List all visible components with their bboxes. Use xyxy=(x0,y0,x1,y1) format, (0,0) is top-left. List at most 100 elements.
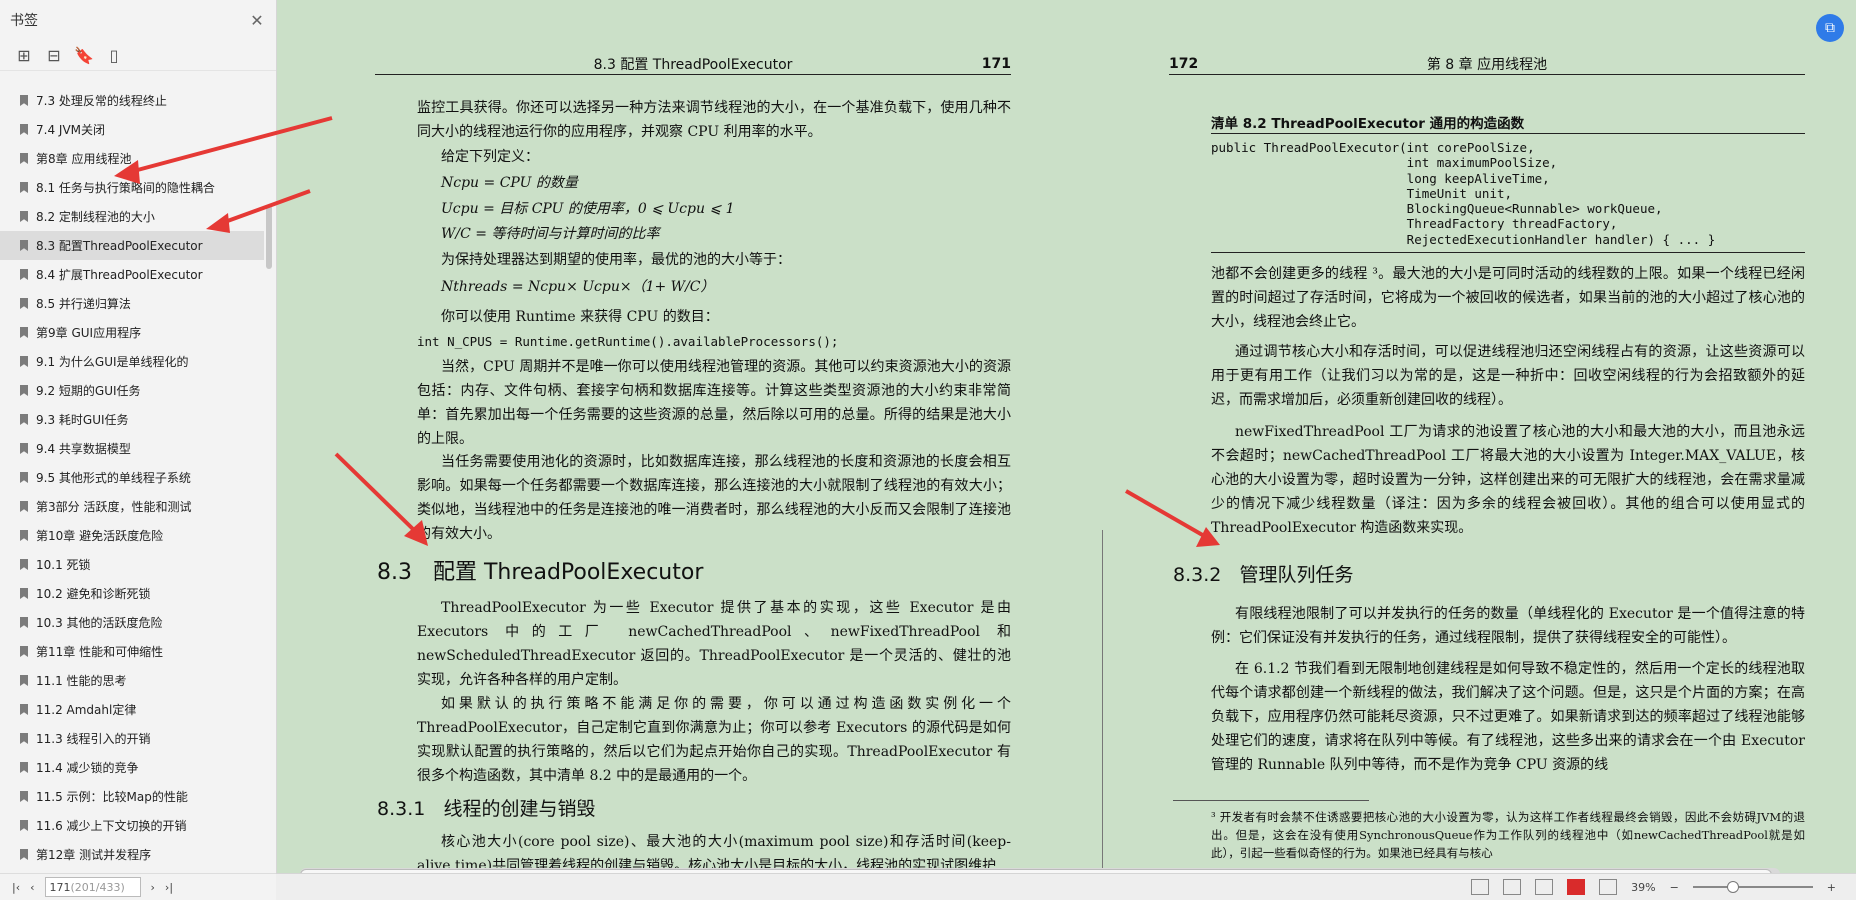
first-page-icon[interactable]: |‹ xyxy=(12,881,20,894)
bookmark-item[interactable]: 11.3 线程引入的开销 xyxy=(0,724,264,753)
bookmark-label: 7.3 处理反常的线程终止 xyxy=(36,94,167,108)
bookmark-item[interactable]: 9.3 耗时GUI任务 xyxy=(0,405,264,434)
running-header: 8.3 配置 ThreadPoolExecutor 171 xyxy=(375,52,1011,75)
bookmark-icon xyxy=(20,733,28,744)
bookmark-label: 10.1 死锁 xyxy=(36,558,91,572)
code-listing: public ThreadPoolExecutor(int corePoolSi… xyxy=(1211,140,1716,247)
zoom-out-icon[interactable]: − xyxy=(1670,881,1679,894)
bookmark-label: 第9章 GUI应用程序 xyxy=(36,326,142,340)
bookmark-item[interactable]: 第3部分 活跃度，性能和测试 xyxy=(0,492,264,521)
paragraph: 如果默认的执行策略不能满足你的需要，你可以通过构造函数实例化一个 ThreadP… xyxy=(417,696,1011,784)
bookmark-icon xyxy=(20,443,28,454)
bookmark-item[interactable]: 9.2 短期的GUI任务 xyxy=(0,376,264,405)
page-edge-line xyxy=(1102,530,1103,870)
bookmark-item[interactable]: 10.1 死锁 xyxy=(0,550,264,579)
paragraph: 当任务需要使用池化的资源时，比如数据库连接，那么线程池的长度和资源池的长度会相互… xyxy=(417,454,1011,542)
view-mode-icon[interactable] xyxy=(1471,879,1490,895)
add-bookmark-icon[interactable]: 🔖 xyxy=(74,46,94,65)
bookmark-icon xyxy=(20,298,28,309)
annotation-arrow xyxy=(1125,489,1220,547)
close-icon[interactable]: ✕ xyxy=(248,11,266,30)
bookmark-item[interactable]: 10.2 避免和诊断死锁 xyxy=(0,579,264,608)
sidebar-toolbar: ⊞ ⊟ 🔖 ▯ xyxy=(0,40,276,71)
play-icon[interactable] xyxy=(1567,879,1586,895)
bookmark-item[interactable]: 11.4 减少锁的竞争 xyxy=(0,753,264,782)
bookmark-item[interactable]: 8.4 扩展ThreadPoolExecutor xyxy=(0,260,264,289)
section-heading: 8.3 配置 ThreadPoolExecutor xyxy=(377,560,704,585)
bookmark-item[interactable]: 第12章 测试并发程序 xyxy=(0,840,264,869)
bookmark-item[interactable]: 8.3 配置ThreadPoolExecutor xyxy=(0,231,264,260)
paragraph: 池都不会创建更多的线程 ³。最大池的大小是可同时活动的线程数的上限。如果一个线程… xyxy=(1211,266,1805,330)
bookmark-icon xyxy=(20,762,28,773)
bookmark-label: 第12章 测试并发程序 xyxy=(36,848,152,862)
bookmark-icon xyxy=(20,153,28,164)
footnote-rule xyxy=(1173,800,1369,801)
bookmark-icon[interactable]: ▯ xyxy=(106,46,122,65)
listing-title: 清单 8.2 ThreadPoolExecutor 通用的构造函数 xyxy=(1211,116,1525,132)
single-page-icon[interactable] xyxy=(1503,879,1522,895)
bookmark-icon xyxy=(20,385,28,396)
bookmark-icon xyxy=(20,269,28,280)
sidebar-title: 书签 xyxy=(10,13,38,29)
bookmark-icon xyxy=(20,501,28,512)
bookmark-item[interactable]: 9.1 为什么GUI是单线程化的 xyxy=(0,347,264,376)
page-number: 171 xyxy=(981,56,1011,72)
bookmark-icon xyxy=(20,791,28,802)
bookmark-icon xyxy=(20,646,28,657)
listing-rule-top xyxy=(1211,133,1805,134)
bookmark-label: 9.5 其他形式的单线程子系统 xyxy=(36,471,191,485)
bookmark-label: 8.5 并行递归算法 xyxy=(36,297,131,311)
sidebar-toggle-icon[interactable]: ⧉ xyxy=(1816,14,1844,42)
last-page-icon[interactable]: ›| xyxy=(165,881,173,894)
bookmark-icon xyxy=(20,820,28,831)
bookmark-icon xyxy=(20,530,28,541)
bookmark-label: 10.3 其他的活跃度危险 xyxy=(36,616,163,630)
bookmark-item[interactable]: 11.2 Amdahl定律 xyxy=(0,695,264,724)
sidebar-header: 书签 ✕ xyxy=(0,0,276,40)
double-page-icon[interactable] xyxy=(1535,879,1554,895)
bookmark-icon xyxy=(20,414,28,425)
zoom-level[interactable]: 39% xyxy=(1631,881,1655,894)
bookmark-item[interactable]: 11.5 示例：比较Map的性能 xyxy=(0,782,264,811)
collapse-all-icon[interactable]: ⊟ xyxy=(46,46,62,65)
bookmark-icon xyxy=(20,356,28,367)
bookmark-icon xyxy=(20,704,28,715)
bookmark-item[interactable]: 9.4 共享数据模型 xyxy=(0,434,264,463)
running-header: 172 第 8 章 应用线程池 xyxy=(1169,52,1805,75)
bookmark-item[interactable]: 11.1 性能的思考 xyxy=(0,666,264,695)
next-page-icon[interactable]: › xyxy=(151,881,155,894)
paragraph: 为保持处理器达到期望的使用率，最优的池的大小等于： xyxy=(441,252,791,268)
bookmark-item[interactable]: 第9章 GUI应用程序 xyxy=(0,318,264,347)
zoom-in-icon[interactable]: + xyxy=(1827,881,1836,894)
status-bar: 39% − + xyxy=(276,873,1856,900)
bookmark-icon xyxy=(20,240,28,251)
bookmark-item[interactable]: 9.5 其他形式的单线程子系统 xyxy=(0,463,264,492)
paragraph: 有限线程池限制了可以并发执行的任务的数量（单线程化的 Executor 是一个值… xyxy=(1211,606,1805,646)
bookmark-icon xyxy=(20,124,28,135)
bookmark-label: 11.4 减少锁的竞争 xyxy=(36,761,139,775)
page-172: 172 第 8 章 应用线程池 清单 8.2 ThreadPoolExecuto… xyxy=(1169,0,1805,870)
bookmark-item[interactable]: 11.6 减少上下文切换的开销 xyxy=(0,811,264,840)
expand-all-icon[interactable]: ⊞ xyxy=(16,46,32,65)
bookmark-label: 8.4 扩展ThreadPoolExecutor xyxy=(36,268,203,282)
annotation-arrow xyxy=(334,452,428,546)
bookmark-label: 第10章 避免活跃度危险 xyxy=(36,529,164,543)
bookmark-label: 第11章 性能和可伸缩性 xyxy=(36,645,164,659)
paragraph: 在 6.1.2 节我们看到无限制地创建线程是如何导致不稳定性的，然后用一个定长的… xyxy=(1211,661,1805,773)
prev-page-icon[interactable]: ‹ xyxy=(30,881,34,894)
bookmark-item[interactable]: 8.5 并行递归算法 xyxy=(0,289,264,318)
bookmark-item[interactable]: 10.3 其他的活跃度危险 xyxy=(0,608,264,637)
page-input[interactable]: 171 (201/433) xyxy=(44,877,141,897)
paragraph: 监控工具获得。你还可以选择另一种方法来调节线程池的大小，在一个基准负载下，使用几… xyxy=(417,100,1011,140)
subsection-heading: 8.3.1 线程的创建与销毁 xyxy=(377,798,596,820)
bookmark-item[interactable]: 第11章 性能和可伸缩性 xyxy=(0,637,264,666)
fit-width-icon[interactable] xyxy=(1599,879,1618,895)
paragraph: 你可以使用 Runtime 来获得 CPU 的数目： xyxy=(441,309,719,325)
bookmark-label: 9.3 耗时GUI任务 xyxy=(36,413,129,427)
zoom-slider[interactable] xyxy=(1692,881,1813,893)
bookmark-icon xyxy=(20,849,28,860)
listing-rule-bottom xyxy=(1211,252,1805,253)
subsection-heading: 8.3.2 管理队列任务 xyxy=(1173,564,1354,586)
header-title: 8.3 配置 ThreadPoolExecutor xyxy=(593,57,793,73)
bookmark-item[interactable]: 第10章 避免活跃度危险 xyxy=(0,521,264,550)
